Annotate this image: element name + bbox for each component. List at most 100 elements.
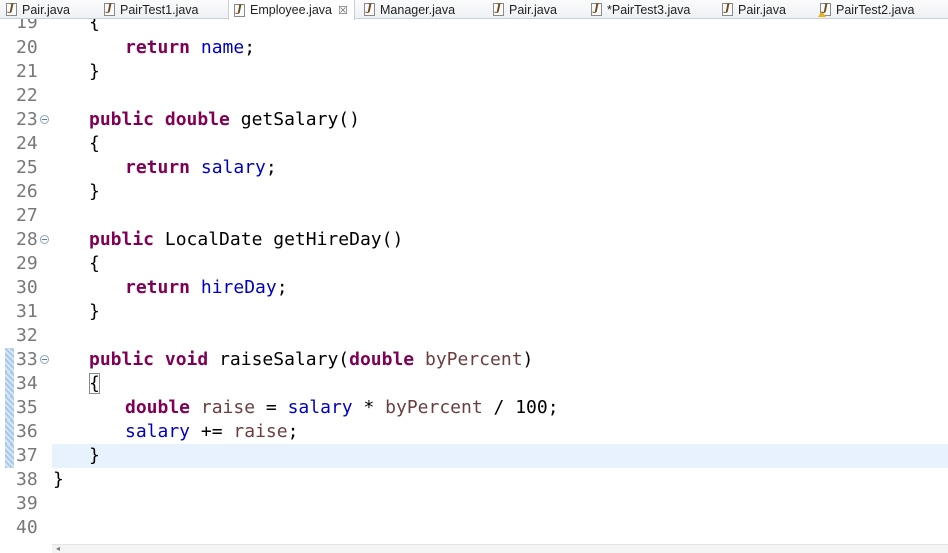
horizontal-scrollbar[interactable]: ◂ — [52, 544, 948, 553]
fold-collapse-icon[interactable] — [40, 115, 49, 124]
line-number: 40 — [16, 517, 38, 538]
tab-manager-java[interactable]: Manager.java — [364, 0, 455, 19]
semicolon: ; — [287, 421, 299, 442]
tab-pairtest1-java[interactable]: PairTest1.java — [104, 0, 199, 19]
field-salary: salary — [287, 397, 353, 418]
code-text: } — [53, 469, 64, 490]
code-text: } — [89, 181, 100, 202]
keyword-double: double — [164, 109, 230, 130]
java-file-icon — [591, 3, 602, 16]
scroll-left-icon[interactable]: ◂ — [56, 545, 60, 553]
code-line-28: 28 public LocalDate getHireDay() — [0, 228, 948, 252]
keyword-public: public — [89, 349, 155, 370]
tab-label: Manager.java — [380, 2, 456, 17]
change-marker — [5, 348, 14, 372]
tab-label: *PairTest3.java — [607, 2, 691, 17]
code-text: return salary; — [125, 156, 277, 180]
code-line-22: 22 — [0, 84, 948, 108]
code-text: salary += raise; — [125, 420, 298, 444]
local-raise: raise — [200, 397, 256, 418]
code-line-29: 29 { — [0, 252, 948, 276]
line-number: 39 — [16, 493, 38, 514]
tab-label: Pair.java — [738, 2, 786, 17]
code-line-25: 25 return salary; — [0, 156, 948, 180]
tab-label: PairTest2.java — [836, 2, 915, 17]
line-number: 22 — [16, 85, 38, 106]
field-salary: salary — [125, 421, 191, 442]
param-bypercent: byPercent — [385, 397, 483, 418]
line-number: 28 — [16, 229, 38, 250]
matching-bracket: { — [89, 373, 100, 394]
code-line-20: 20 return name; — [0, 36, 948, 60]
line-number: 25 — [16, 157, 38, 178]
code-line-27: 27 — [0, 204, 948, 228]
java-file-icon — [234, 3, 245, 17]
method-signature: LocalDate getHireDay() — [164, 229, 404, 250]
operator-assign: = — [265, 397, 277, 418]
code-line-32: 32 — [0, 324, 948, 348]
code-line-33: 33 public void raiseSalary(double byPerc… — [0, 348, 948, 372]
java-file-icon — [722, 3, 733, 16]
code-line-35: 35 double raise = salary * byPercent / 1… — [0, 396, 948, 420]
operator-plus-assign: += — [200, 421, 223, 442]
line-number: 33 — [16, 349, 38, 370]
tab-pairtest2-java[interactable]: PairTest2.java — [818, 0, 915, 19]
line-number: 19 — [16, 19, 38, 33]
code-text: public void raiseSalary(double byPercent… — [89, 348, 533, 372]
change-marker — [5, 372, 14, 396]
keyword-double: double — [349, 349, 415, 370]
code-line-31: 31 } — [0, 300, 948, 324]
close-icon[interactable]: ☒ — [338, 4, 348, 17]
line-number: 38 — [16, 469, 38, 490]
line-number: 30 — [16, 277, 38, 298]
tab-label: Pair.java — [509, 2, 557, 17]
keyword-double: double — [125, 397, 191, 418]
code-text: { — [89, 253, 100, 274]
code-line-37: 37 } — [0, 444, 948, 468]
code-line-21: 21 } — [0, 60, 948, 84]
keyword-return: return — [125, 37, 191, 58]
line-number: 20 — [16, 37, 38, 58]
line-number: 34 — [16, 373, 38, 394]
keyword-return: return — [125, 277, 191, 298]
line-number: 29 — [16, 253, 38, 274]
operator-multiply: * — [363, 397, 375, 418]
tab-pair-java-1[interactable]: Pair.java — [6, 0, 70, 19]
tab-pairtest3-java[interactable]: *PairTest3.java — [591, 0, 690, 19]
fold-collapse-icon[interactable] — [40, 355, 49, 364]
code-text: { — [89, 19, 100, 33]
code-line-26: 26 } — [0, 180, 948, 204]
line-number: 31 — [16, 301, 38, 322]
editor-tab-bar: Pair.java PairTest1.java Employee.java ☒… — [0, 0, 948, 20]
tab-employee-java[interactable]: Employee.java ☒ — [228, 0, 355, 20]
code-text: return name; — [125, 36, 255, 60]
code-text: return hireDay; — [125, 276, 288, 300]
line-number: 23 — [16, 109, 38, 130]
line-number: 35 — [16, 397, 38, 418]
change-marker — [5, 396, 14, 420]
change-marker — [5, 444, 14, 468]
code-text: } — [89, 445, 100, 466]
keyword-public: public — [89, 229, 155, 250]
semicolon: ; — [265, 157, 277, 178]
paren-close: ) — [522, 349, 534, 370]
code-line-36: 36 salary += raise; — [0, 420, 948, 444]
line-number: 32 — [16, 325, 38, 346]
code-line-30: 30 return hireDay; — [0, 276, 948, 300]
line-number: 21 — [16, 61, 38, 82]
java-file-icon — [493, 3, 504, 16]
keyword-return: return — [125, 157, 191, 178]
line-number: 36 — [16, 421, 38, 442]
java-file-warning-icon — [818, 3, 831, 17]
code-text: public double getSalary() — [89, 108, 360, 132]
code-editor[interactable]: 19 { 20 return name; 21 } 22 23 public d… — [0, 19, 948, 544]
tab-pair-java-3[interactable]: Pair.java — [722, 0, 786, 19]
code-line-24: 24 { — [0, 132, 948, 156]
code-text: { — [89, 372, 100, 396]
fold-collapse-icon[interactable] — [40, 235, 49, 244]
tab-pair-java-2[interactable]: Pair.java — [493, 0, 557, 19]
code-text: } — [89, 61, 100, 82]
code-text: { — [89, 133, 100, 154]
change-marker — [5, 420, 14, 444]
param-bypercent: byPercent — [425, 349, 523, 370]
